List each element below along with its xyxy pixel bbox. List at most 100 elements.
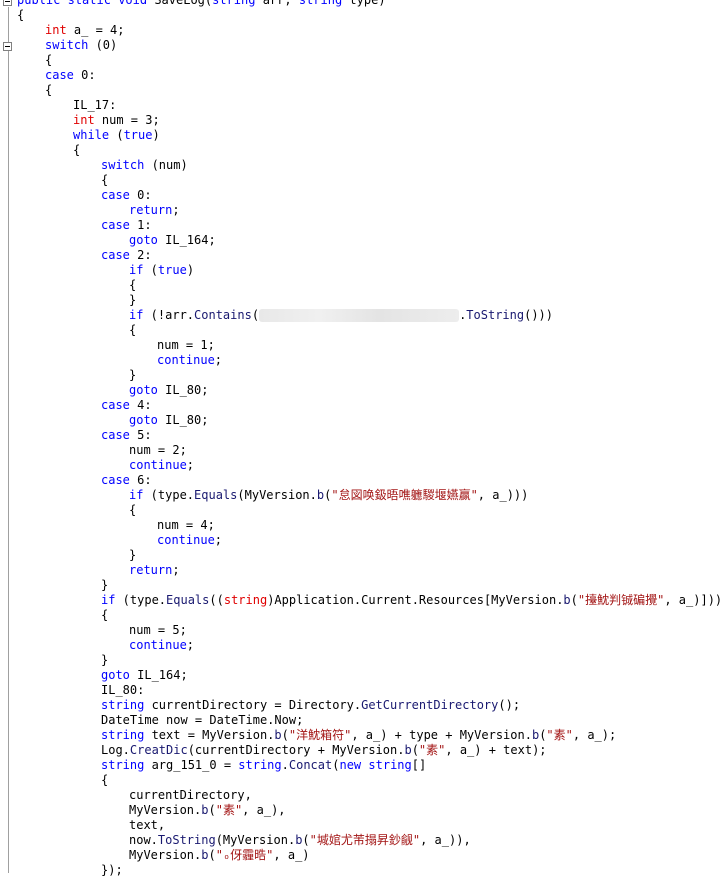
code-line[interactable]: { [17, 173, 724, 188]
code-token: ( [208, 803, 216, 817]
code-line[interactable]: } [17, 368, 724, 383]
code-line[interactable]: } [17, 578, 724, 593]
code-line[interactable]: text, [17, 818, 724, 833]
code-token: switch [45, 38, 89, 52]
code-token: public [17, 0, 61, 7]
code-line[interactable]: return; [17, 563, 724, 578]
code-token: ( [411, 743, 419, 757]
code-line[interactable]: MyVersion.b("ₒ伢霾晧", a_) [17, 848, 724, 863]
code-line[interactable]: goto IL_80; [17, 383, 724, 398]
code-line[interactable]: { [17, 773, 724, 788]
code-token: . [281, 758, 289, 772]
code-token: (( [209, 593, 224, 607]
code-token: currentDirectory = Directory. [144, 698, 362, 712]
code-line[interactable]: goto IL_164; [17, 668, 724, 683]
code-token: { [101, 608, 109, 622]
fold-toggle-icon[interactable] [3, 42, 12, 51]
code-text-area[interactable]: public static void SaveLog(string arr, s… [17, 0, 724, 878]
code-line[interactable]: { [17, 503, 724, 518]
code-line[interactable]: } [17, 293, 724, 308]
code-line[interactable]: Log.CreatDic(currentDirectory + MyVersio… [17, 743, 724, 758]
code-token: num = 5; [129, 623, 187, 637]
code-line[interactable]: case 6: [17, 473, 724, 488]
code-token: currentDirectory, [129, 788, 252, 802]
code-line[interactable]: { [17, 8, 724, 23]
code-token: return [129, 563, 173, 577]
code-line[interactable]: case 0: [17, 68, 724, 83]
code-token: 0: [129, 188, 152, 202]
code-line[interactable]: }); [17, 863, 724, 878]
code-line[interactable]: { [17, 83, 724, 98]
code-line[interactable]: continue; [17, 353, 724, 368]
code-token: continue [157, 353, 215, 367]
code-line[interactable]: { [17, 278, 724, 293]
code-line[interactable]: case 4: [17, 398, 724, 413]
code-token: (num) [144, 158, 188, 172]
code-line[interactable]: continue; [17, 533, 724, 548]
code-line[interactable]: IL_17: [17, 98, 724, 113]
code-line[interactable]: num = 5; [17, 623, 724, 638]
code-line[interactable]: return; [17, 203, 724, 218]
code-line[interactable]: string currentDirectory = Directory.GetC… [17, 698, 724, 713]
code-token: { [129, 503, 137, 517]
code-token: if [129, 488, 144, 502]
code-token: (!arr. [143, 308, 195, 322]
code-line[interactable]: if (true) [17, 263, 724, 278]
code-line[interactable]: { [17, 608, 724, 623]
fold-toggle-icon[interactable] [3, 0, 12, 6]
code-line[interactable]: int a_ = 4; [17, 23, 724, 38]
code-line[interactable]: int num = 3; [17, 113, 724, 128]
code-line[interactable]: { [17, 143, 724, 158]
code-token: } [129, 293, 137, 307]
code-line[interactable]: IL_80: [17, 683, 724, 698]
code-line[interactable]: case 0: [17, 188, 724, 203]
code-token: ; [186, 638, 195, 652]
code-token: ( [143, 263, 158, 277]
code-token: ( [208, 848, 216, 862]
code-token: 4: [129, 398, 152, 412]
code-line[interactable]: continue; [17, 638, 724, 653]
code-line[interactable]: string text = MyVersion.b("洋魫箱符", a_) + … [17, 728, 724, 743]
code-token: ( [570, 593, 578, 607]
code-token: goto [129, 413, 158, 427]
code-line[interactable]: switch (0) [17, 38, 724, 53]
code-line[interactable]: num = 2; [17, 443, 724, 458]
code-line[interactable]: } [17, 548, 724, 563]
code-line[interactable]: case 1: [17, 218, 724, 233]
code-token: if [129, 308, 144, 322]
code-token: arg_151_0 = [144, 758, 239, 772]
code-line[interactable]: goto IL_164; [17, 233, 724, 248]
code-line[interactable]: continue; [17, 458, 724, 473]
code-token: ; [186, 458, 195, 472]
code-token: a_ = 4; [66, 23, 125, 37]
code-line[interactable]: { [17, 323, 724, 338]
code-line[interactable]: case 5: [17, 428, 724, 443]
code-token: (type. [143, 488, 195, 502]
code-line[interactable]: if (!arr.Contains(.ToString())) [17, 308, 724, 323]
code-line[interactable]: now.ToString(MyVersion.b("堿婠尤芾搨昇鈔觎", a_)… [17, 833, 724, 848]
code-line[interactable]: num = 1; [17, 338, 724, 353]
code-line[interactable]: public static void SaveLog(string arr, s… [17, 0, 724, 8]
code-line[interactable]: goto IL_80; [17, 413, 724, 428]
code-line[interactable]: { [17, 53, 724, 68]
code-line[interactable]: string arg_151_0 = string.Concat(new str… [17, 758, 724, 773]
code-editor[interactable]: public static void SaveLog(string arr, s… [0, 0, 724, 877]
code-line[interactable]: } [17, 653, 724, 668]
code-token: "ₒ伢霾晧" [215, 848, 274, 862]
code-line[interactable]: while (true) [17, 128, 724, 143]
code-token: string [223, 593, 268, 607]
code-line[interactable]: case 2: [17, 248, 724, 263]
code-line[interactable]: num = 4; [17, 518, 724, 533]
code-line[interactable]: if (type.Equals((string)Application.Curr… [17, 593, 724, 608]
code-token: text, [129, 818, 166, 832]
code-token: (type. [115, 593, 167, 607]
code-line[interactable]: currentDirectory, [17, 788, 724, 803]
code-token: { [101, 773, 109, 787]
code-line[interactable]: if (type.Equals(MyVersion.b("怠図唤鈒晤噍軈騣堰嬿赢… [17, 488, 724, 503]
code-line[interactable]: switch (num) [17, 158, 724, 173]
code-token: type) [342, 0, 386, 7]
code-line[interactable]: DateTime now = DateTime.Now; [17, 713, 724, 728]
code-line[interactable]: MyVersion.b("素", a_), [17, 803, 724, 818]
code-token: 5: [129, 428, 152, 442]
